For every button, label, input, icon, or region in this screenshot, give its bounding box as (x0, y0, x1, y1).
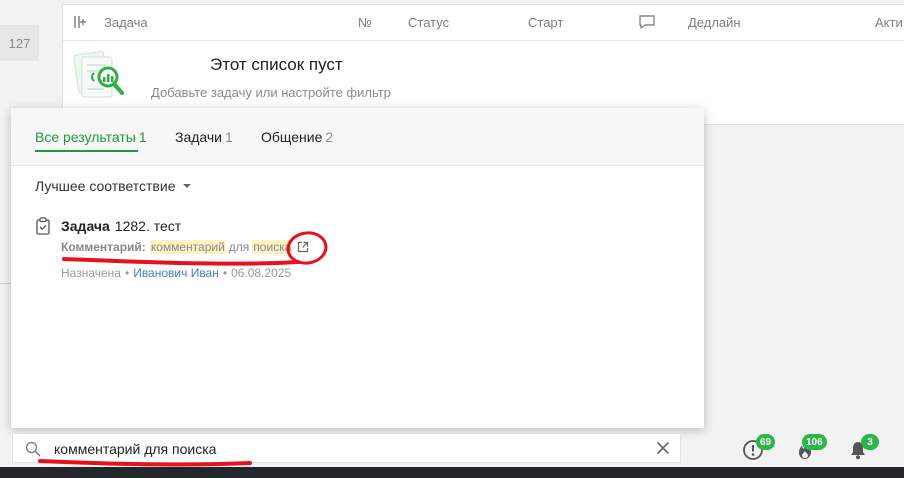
open-external-icon[interactable] (297, 241, 309, 253)
bell-count-badge: 3 (861, 434, 879, 450)
search-results-dropdown: Все результаты 1 Задачи 1 Общение 2 Лучшее … (11, 108, 704, 428)
comment-text: для (228, 240, 250, 254)
result-type: Задача (61, 218, 110, 234)
tab-count: 1 (138, 129, 147, 145)
empty-list-subtitle: Добавьте задачу или настройте фильтр (151, 85, 391, 100)
caret-down-icon (183, 184, 192, 188)
meta-separator: • (222, 266, 228, 280)
result-name: 1282. тест (114, 218, 182, 234)
active-tab-indicator (35, 150, 138, 152)
column-header-activity[interactable]: Акти (875, 15, 903, 30)
empty-list-illustration (70, 49, 130, 105)
result-assignee[interactable]: Иванович Иван (133, 266, 219, 280)
column-header-deadline[interactable]: Дедлайн (688, 15, 741, 30)
result-meta: Назначена • Иванович Иван • 06.08.2025 (61, 266, 291, 280)
comment-highlight: поиска (252, 240, 293, 254)
column-header-start[interactable]: Старт (528, 15, 563, 30)
comment-column-icon[interactable] (638, 14, 656, 35)
empty-list-title: Этот список пуст (210, 55, 343, 74)
global-search-bar (12, 433, 681, 463)
bell-button[interactable]: 3 (845, 434, 879, 464)
sort-label: Лучшее соответствие (35, 178, 176, 194)
search-input[interactable] (54, 439, 654, 459)
task-clipboard-icon (35, 217, 51, 240)
alerts-count-badge: 69 (756, 434, 776, 450)
task-table: Задача № Статус Старт Дедлайн Акти Этот … (62, 4, 904, 125)
result-title[interactable]: Задача 1282. тест (61, 218, 181, 234)
tab-label: Общение (261, 129, 323, 145)
search-result-item[interactable]: Задача 1282. тест Комментарий: комментари… (35, 216, 675, 286)
sort-dropdown[interactable]: Лучшее соответствие (35, 178, 192, 194)
tab-label: Все результаты (35, 129, 136, 145)
comment-highlight: комментарий (149, 240, 226, 254)
search-icon (25, 441, 41, 462)
row-count: 127 (0, 25, 39, 61)
results-tabs: Все результаты 1 Задачи 1 Общение 2 (11, 108, 704, 166)
fire-button[interactable]: 106 (792, 434, 827, 464)
column-header-number[interactable]: № (358, 15, 372, 30)
clear-search-icon[interactable] (656, 441, 670, 460)
tab-tasks[interactable]: Задачи 1 (175, 129, 233, 145)
divider (0, 283, 11, 284)
alerts-button[interactable]: 69 (740, 434, 776, 464)
result-comment: Комментарий: комментарий для поиска (61, 240, 309, 254)
tab-count: 1 (225, 129, 233, 145)
column-settings-icon[interactable] (73, 14, 89, 35)
os-taskbar (0, 467, 904, 478)
result-status: Назначена (61, 266, 121, 280)
tab-all-results[interactable]: Все результаты 1 (35, 129, 147, 145)
fire-count-badge: 106 (802, 434, 827, 450)
result-date: 06.08.2025 (231, 266, 292, 280)
tab-label: Задачи (175, 129, 223, 145)
meta-separator: • (124, 266, 130, 280)
column-header-status[interactable]: Статус (408, 15, 449, 30)
tab-communication[interactable]: Общение 2 (261, 129, 333, 145)
column-header-task[interactable]: Задача (104, 15, 148, 30)
comment-label: Комментарий: (61, 240, 146, 254)
tab-count: 2 (325, 129, 334, 145)
table-header: Задача № Статус Старт Дедлайн Акти (63, 5, 904, 41)
